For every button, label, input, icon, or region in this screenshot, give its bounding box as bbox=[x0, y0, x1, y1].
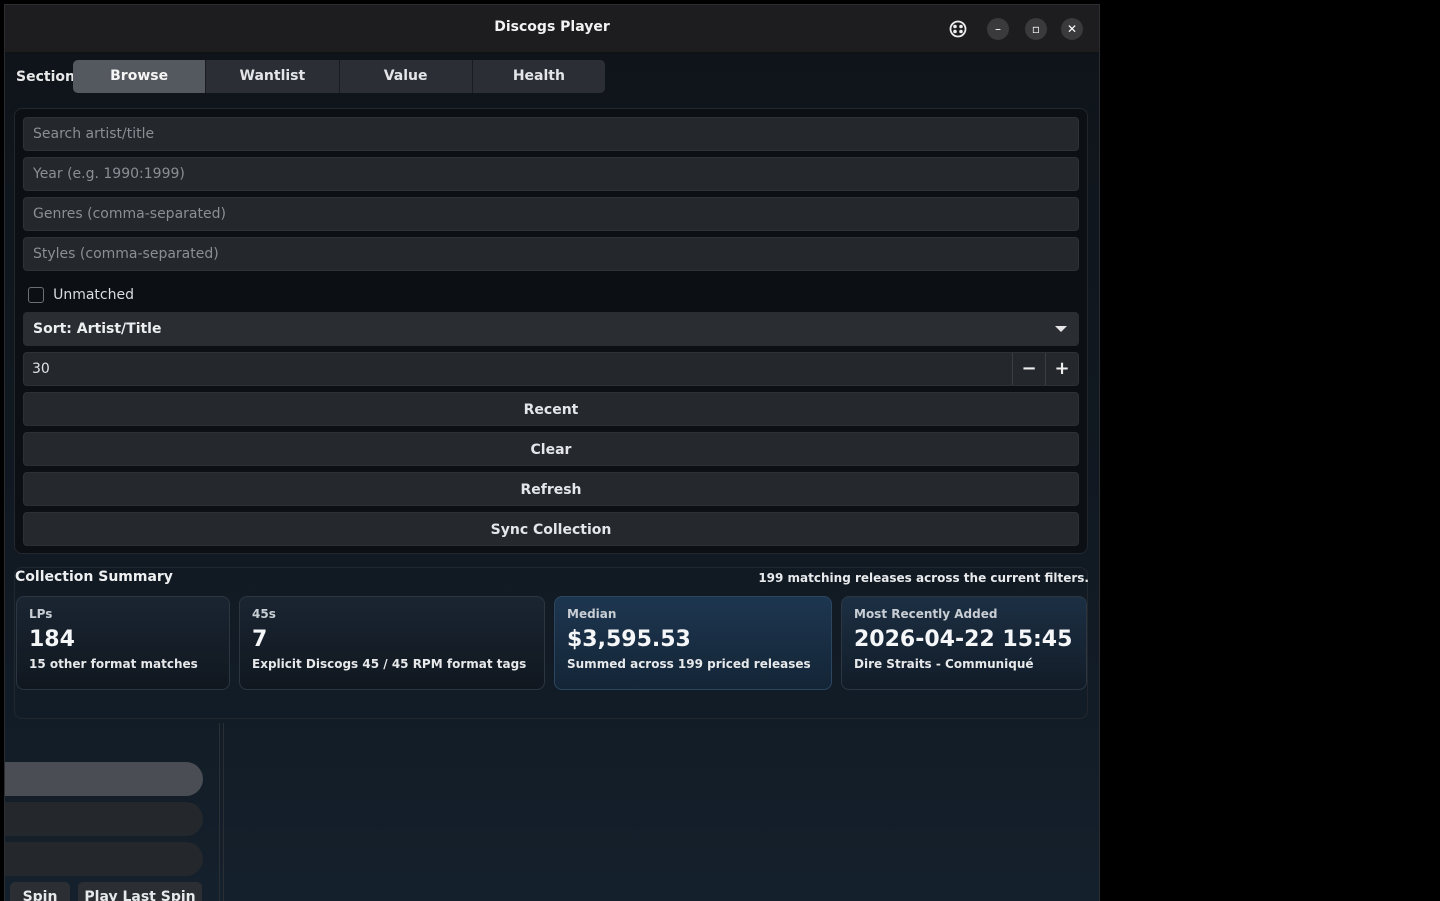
window-title: Discogs Player bbox=[494, 19, 610, 35]
card-value: 184 bbox=[29, 627, 75, 652]
chevron-down-icon bbox=[1055, 326, 1067, 332]
card-label: Most Recently Added bbox=[854, 607, 998, 621]
tab-value[interactable]: Value bbox=[339, 60, 473, 93]
year-field[interactable]: Year (e.g. 1990:1999) bbox=[23, 157, 1079, 191]
player-slot-3[interactable] bbox=[5, 842, 203, 876]
sort-dropdown[interactable]: Sort: Artist/Title bbox=[23, 312, 1079, 346]
sort-label: Sort: Artist/Title bbox=[33, 321, 162, 337]
card-label: LPs bbox=[29, 607, 53, 621]
stat-card-lps: LPs 184 15 other format matches bbox=[16, 596, 230, 690]
tab-wantlist[interactable]: Wantlist bbox=[206, 60, 340, 93]
summary-subtitle: 199 matching releases across the current… bbox=[758, 571, 1089, 585]
refresh-button[interactable]: Refresh bbox=[23, 472, 1079, 506]
limit-stepper[interactable]: 30 − + bbox=[23, 352, 1079, 386]
sync-collection-button[interactable]: Sync Collection bbox=[23, 512, 1079, 546]
card-value: $3,595.53 bbox=[567, 627, 691, 652]
clear-button[interactable]: Clear bbox=[23, 432, 1079, 466]
puzzle-icon[interactable] bbox=[947, 18, 969, 40]
limit-value[interactable]: 30 bbox=[32, 353, 50, 385]
unmatched-toggle[interactable]: Unmatched bbox=[28, 284, 134, 304]
player-slot-1[interactable] bbox=[5, 762, 203, 796]
card-label: 45s bbox=[252, 607, 276, 621]
tab-browse[interactable]: Browse bbox=[73, 60, 207, 93]
section-tabs: Browse Wantlist Value Health bbox=[73, 60, 605, 93]
styles-field[interactable]: Styles (comma-separated) bbox=[23, 237, 1079, 271]
tab-health[interactable]: Health bbox=[472, 60, 605, 93]
stat-card-45s: 45s 7 Explicit Discogs 45 / 45 RPM forma… bbox=[239, 596, 545, 690]
genres-field[interactable]: Genres (comma-separated) bbox=[23, 197, 1079, 231]
stat-card-recent: Most Recently Added 2026-04-22 15:45 Dir… bbox=[841, 596, 1087, 690]
app-window: Discogs Player – ▫ ✕ Section Browse Want… bbox=[4, 4, 1100, 901]
stat-card-median: Median $3,595.53 Summed across 199 price… bbox=[554, 596, 832, 690]
card-label: Median bbox=[567, 607, 617, 621]
recent-button[interactable]: Recent bbox=[23, 392, 1079, 426]
player-slot-2[interactable] bbox=[5, 802, 203, 836]
filter-panel: Search artist/title Year (e.g. 1990:1999… bbox=[14, 108, 1088, 554]
title-bar: Discogs Player – ▫ ✕ bbox=[5, 5, 1099, 53]
unmatched-checkbox[interactable] bbox=[28, 286, 44, 303]
card-note: 15 other format matches bbox=[29, 657, 198, 671]
maximize-icon[interactable]: ▫ bbox=[1025, 18, 1047, 40]
play-last-spin-button[interactable]: Play Last Spin bbox=[78, 882, 202, 901]
card-note: Summed across 199 priced releases bbox=[567, 657, 811, 671]
card-note: Dire Straits - Communiqué bbox=[854, 657, 1034, 671]
card-note: Explicit Discogs 45 / 45 RPM format tags bbox=[252, 657, 527, 671]
pane-divider[interactable] bbox=[219, 723, 224, 901]
collection-summary: Collection Summary 199 matching releases… bbox=[14, 567, 1089, 719]
section-label: Section bbox=[16, 69, 75, 85]
close-icon[interactable]: ✕ bbox=[1061, 18, 1083, 40]
increment-button[interactable]: + bbox=[1045, 353, 1078, 385]
spin-button[interactable]: Spin bbox=[10, 882, 70, 901]
summary-title: Collection Summary bbox=[15, 569, 173, 585]
decrement-button[interactable]: − bbox=[1012, 353, 1045, 385]
card-value: 2026-04-22 15:45 bbox=[854, 627, 1073, 652]
card-value: 7 bbox=[252, 627, 268, 652]
unmatched-label: Unmatched bbox=[53, 286, 134, 303]
minimize-icon[interactable]: – bbox=[987, 18, 1009, 40]
search-input[interactable]: Search artist/title bbox=[23, 117, 1079, 151]
